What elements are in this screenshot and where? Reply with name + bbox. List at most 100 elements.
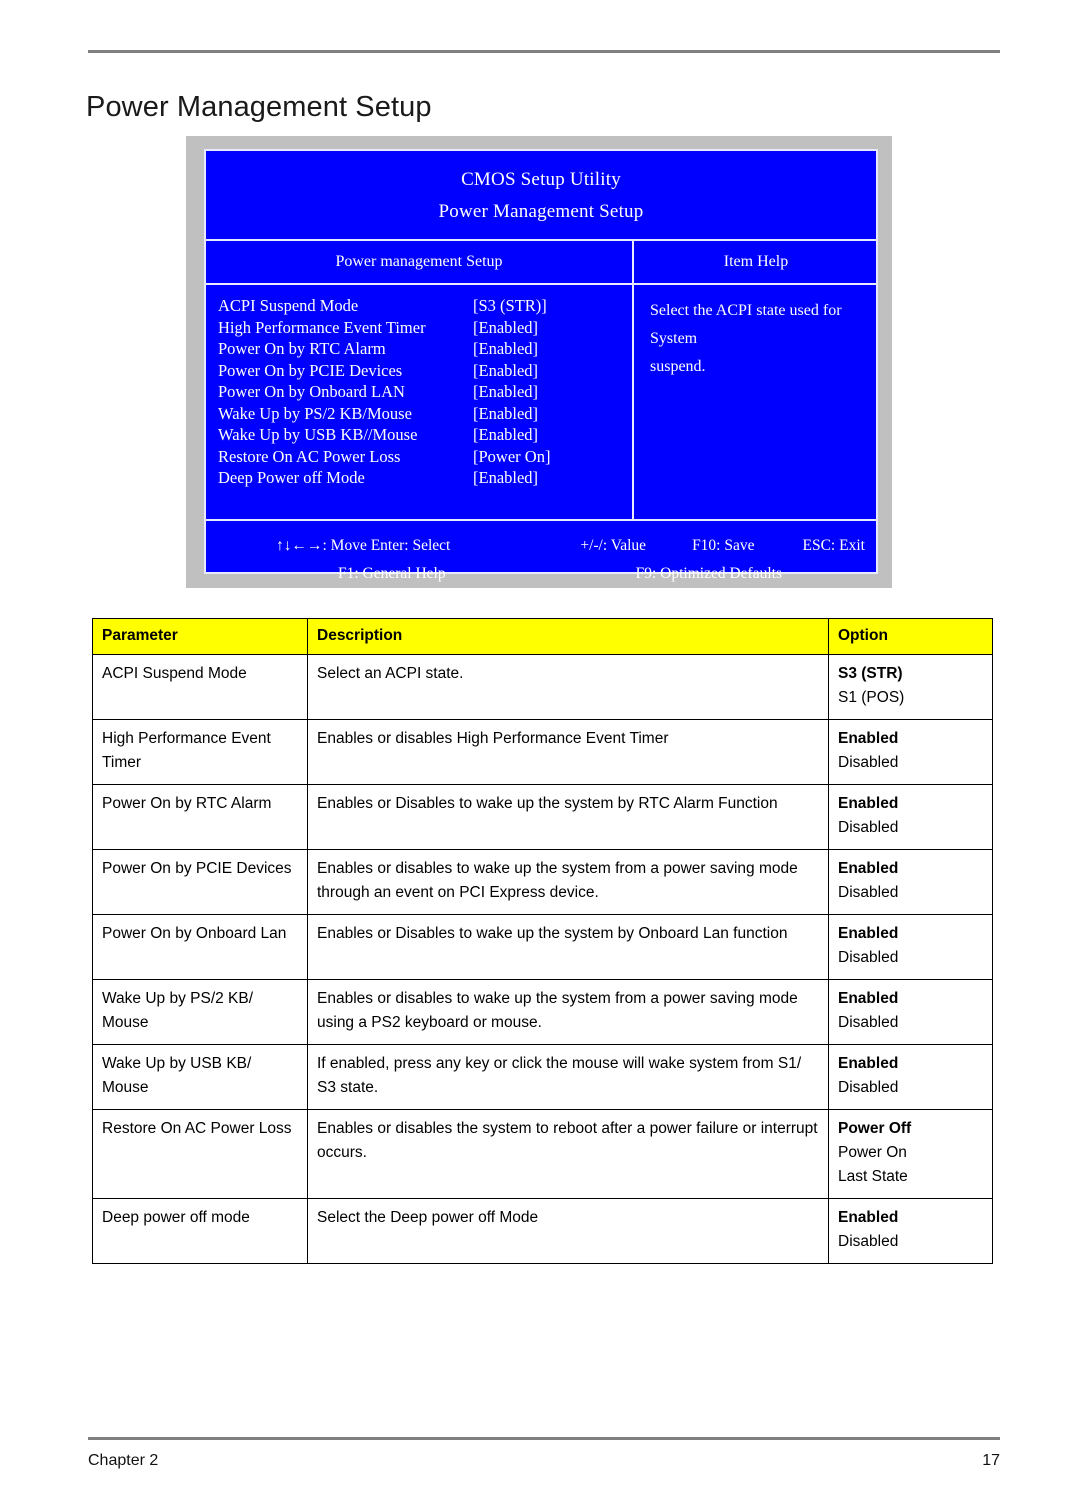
option-alt: Last State (838, 1168, 908, 1185)
cell-option: Enabled Disabled (828, 849, 993, 915)
table-row: Wake Up by PS/2 KB/ Mouse Enables or dis… (92, 979, 993, 1045)
bios-screen-title: Power Management Setup (438, 201, 644, 222)
bios-setting-value: [Enabled] (473, 382, 539, 401)
table-header-row: Parameter Description Option (92, 618, 993, 655)
bios-key-move-select: ↑↓←→: Move Enter: Select (276, 537, 451, 554)
table-head: Parameter Description Option (92, 618, 993, 655)
option-alt: Disabled (838, 1014, 899, 1031)
bios-setting-row[interactable]: Power On by Onboard LAN [Enabled] (218, 381, 632, 403)
bios-setting-value: [Enabled] (473, 468, 539, 487)
bios-setting-row[interactable]: Deep Power off Mode [Enabled] (218, 467, 632, 489)
cell-description: If enabled, press any key or click the m… (307, 1044, 829, 1110)
bios-setting-label: Power On by PCIE Devices (218, 360, 403, 380)
page-canvas: Power Management Setup CMOS Setup Utilit… (0, 0, 1080, 1512)
option-alt: Power On (838, 1144, 907, 1161)
cell-description: Enables or Disables to wake up the syste… (307, 784, 829, 850)
table-row: High Performance Event Timer Enables or … (92, 719, 993, 785)
bios-settings-list: ACPI Suspend Mode [S3 (STR)] High Perfor… (206, 285, 634, 519)
bios-setting-value: [Enabled] (473, 339, 539, 358)
table-body: ACPI Suspend Mode Select an ACPI state. … (92, 654, 993, 1264)
bios-setting-value: [Power On] (473, 446, 551, 466)
option-alt: Disabled (838, 949, 899, 966)
cell-description: Enables or disables the system to reboot… (307, 1109, 829, 1199)
option-default: Enabled (838, 925, 899, 942)
bios-key-optimized-defaults: F9: Optimized Defaults (635, 565, 782, 582)
bios-setting-row[interactable]: Wake Up by USB KB//Mouse [Enabled] (218, 424, 632, 446)
footer-rule (88, 1437, 1000, 1440)
cell-description: Select the Deep power off Mode (307, 1198, 829, 1264)
bios-tab-power-management-setup[interactable]: Power management Setup (206, 241, 634, 283)
bios-setting-label: High Performance Event Timer (218, 317, 426, 337)
bios-title-block: CMOS Setup Utility Power Management Setu… (206, 151, 876, 241)
bios-item-help-panel: Select the ACPI state used for System su… (636, 285, 876, 519)
option-default: Enabled (838, 860, 899, 877)
cell-parameter: ACPI Suspend Mode (92, 654, 308, 720)
cell-option: Enabled Disabled (828, 1198, 993, 1264)
bios-setting-row[interactable]: High Performance Event Timer [Enabled] (218, 317, 632, 339)
bios-screen: CMOS Setup Utility Power Management Setu… (204, 149, 878, 582)
table-row: Deep power off mode Select the Deep powe… (92, 1198, 993, 1264)
bios-key-legend: ↑↓←→: Move Enter: Select +/-/: Value F10… (206, 523, 876, 582)
cell-description: Enables or disables to wake up the syste… (307, 979, 829, 1045)
bios-setting-row[interactable]: ACPI Suspend Mode [S3 (STR)] (218, 295, 632, 317)
column-header-option: Option (828, 618, 993, 655)
cell-option: Enabled Disabled (828, 1044, 993, 1110)
option-alt: Disabled (838, 1233, 899, 1250)
cell-option: Enabled Disabled (828, 719, 993, 785)
bios-setting-label: ACPI Suspend Mode (218, 296, 359, 315)
cell-description: Enables or disables High Performance Eve… (307, 719, 829, 785)
bios-screenshot-frame: CMOS Setup Utility Power Management Setu… (186, 136, 892, 588)
option-default: S3 (STR) (838, 665, 903, 682)
bios-setting-value: [S3 (STR)] (473, 296, 547, 315)
bios-help-text-line-1: Select the ACPI state used for System (650, 302, 842, 347)
cell-option: Enabled Disabled (828, 784, 993, 850)
bios-setting-row[interactable]: Wake Up by PS/2 KB/Mouse [Enabled] (218, 403, 632, 425)
bios-tab-bar: Power management Setup Item Help (206, 241, 876, 285)
cell-parameter: Power On by RTC Alarm (92, 784, 308, 850)
bios-utility-title: CMOS Setup Utility (461, 169, 621, 190)
footer-page-number: 17 (982, 1452, 1000, 1469)
table-row: ACPI Suspend Mode Select an ACPI state. … (92, 654, 993, 720)
option-alt: S1 (POS) (838, 689, 905, 706)
bios-key-save: F10: Save (692, 537, 755, 554)
table-row: Power On by PCIE Devices Enables or disa… (92, 849, 993, 915)
bios-setting-row[interactable]: Power On by RTC Alarm [Enabled] (218, 338, 632, 360)
bios-setting-value: [Enabled] (473, 425, 539, 444)
option-alt: Disabled (838, 1079, 899, 1096)
table-row: Restore On AC Power Loss Enables or disa… (92, 1109, 993, 1199)
cell-option: Enabled Disabled (828, 914, 993, 980)
cell-parameter: Power On by Onboard Lan (92, 914, 308, 980)
bios-body: ACPI Suspend Mode [S3 (STR)] High Perfor… (206, 285, 876, 521)
bios-setting-row[interactable]: Restore On AC Power Loss [Power On] (218, 446, 632, 468)
cell-parameter: Deep power off mode (92, 1198, 308, 1264)
bios-setting-label: Power On by RTC Alarm (218, 339, 386, 358)
cell-parameter: Wake Up by PS/2 KB/ Mouse (92, 979, 308, 1045)
bios-setting-label: Wake Up by PS/2 KB/Mouse (218, 403, 412, 423)
option-alt: Disabled (838, 754, 899, 771)
bios-key-general-help: F1: General Help (338, 565, 446, 582)
bios-key-exit: ESC: Exit (802, 537, 865, 554)
cell-option: Power Off Power On Last State (828, 1109, 993, 1199)
bios-key-value: +/-/: Value (580, 537, 647, 554)
parameter-description-table: Parameter Description Option ACPI Suspen… (92, 618, 993, 1264)
page-title: Power Management Setup (86, 91, 432, 124)
option-default: Enabled (838, 795, 899, 812)
footer-chapter-label: Chapter 2 (88, 1452, 159, 1469)
table-row: Power On by Onboard Lan Enables or Disab… (92, 914, 993, 980)
bios-setting-label: Deep Power off Mode (218, 468, 365, 487)
cell-option: S3 (STR) S1 (POS) (828, 654, 993, 720)
column-header-parameter: Parameter (92, 618, 308, 655)
option-alt: Disabled (838, 819, 899, 836)
option-default: Enabled (838, 1055, 899, 1072)
table-row: Power On by RTC Alarm Enables or Disable… (92, 784, 993, 850)
option-alt: Disabled (838, 884, 899, 901)
cell-description: Enables or Disables to wake up the syste… (307, 914, 829, 980)
bios-key-legend-row-2: F1: General Help F9: Optimized Defaults (206, 560, 876, 588)
cell-option: Enabled Disabled (828, 979, 993, 1045)
cell-parameter: Power On by PCIE Devices (92, 849, 308, 915)
bios-setting-label: Wake Up by USB KB//Mouse (218, 425, 418, 444)
bios-setting-row[interactable]: Power On by PCIE Devices [Enabled] (218, 360, 632, 382)
